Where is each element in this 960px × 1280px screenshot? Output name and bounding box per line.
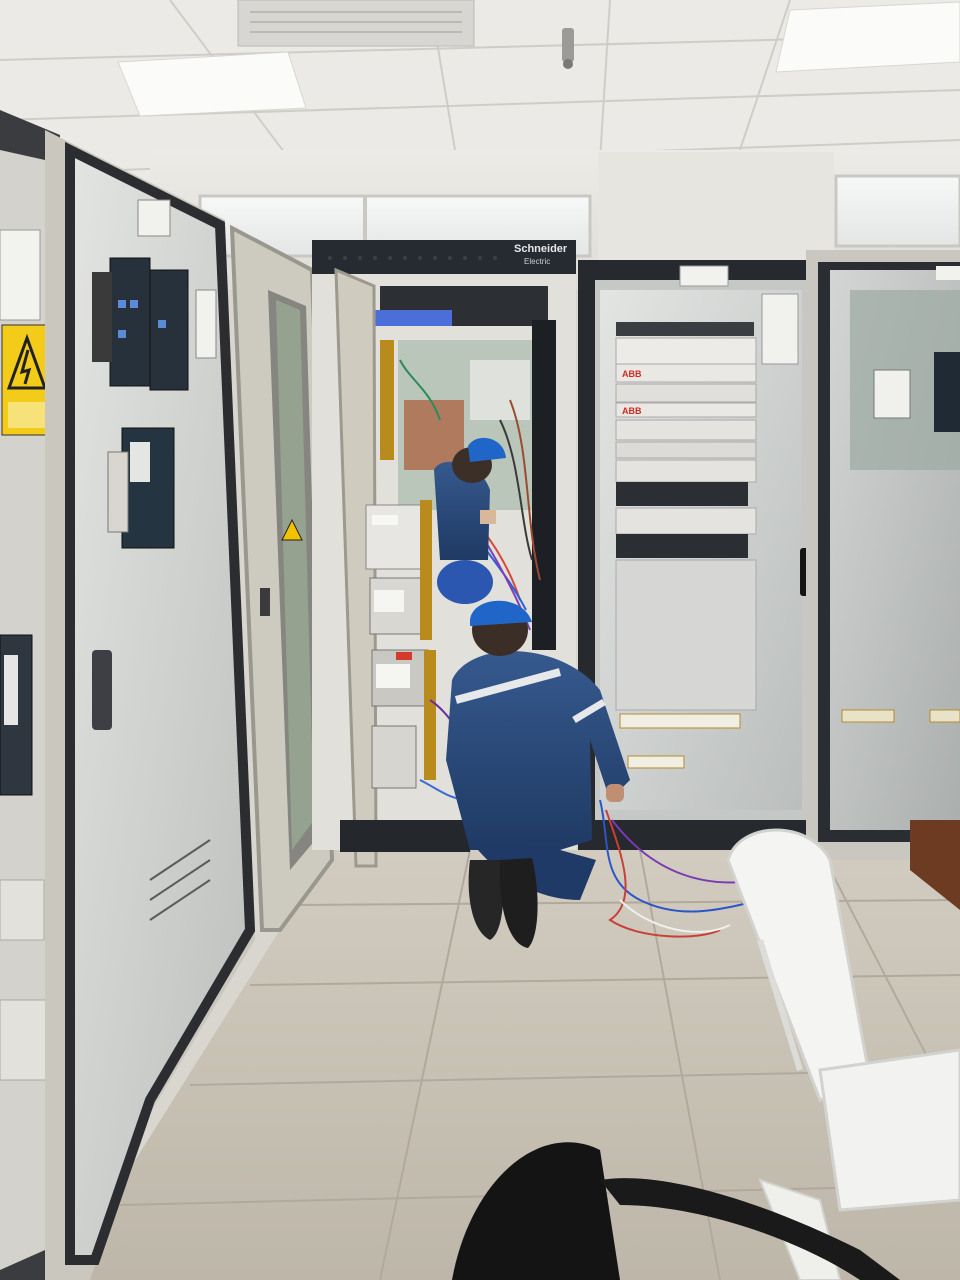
brand-label: Schneider	[514, 243, 568, 255]
ceiling-light-icon	[117, 51, 307, 117]
relay-module	[369, 577, 427, 635]
relay-cabinet-right	[806, 250, 960, 860]
abb-logo: ABB	[622, 406, 642, 416]
rack-unit	[615, 337, 757, 365]
relay-module	[371, 725, 417, 789]
rack-unit-abb: ABB	[615, 363, 757, 383]
substation-control-room: Schneider Electric ABB ABB	[0, 0, 960, 1280]
smoke-detector-icon	[562, 28, 574, 69]
photo-scene: Schneider Electric ABB ABB	[0, 0, 960, 1280]
rack-unit	[616, 482, 748, 506]
rack-unit-abb: ABB	[615, 402, 757, 418]
relay-module	[365, 504, 425, 570]
rack-unit	[616, 534, 748, 558]
brand-sub-label: Electric	[524, 257, 550, 266]
relay-module	[371, 649, 429, 707]
abb-logo: ABB	[622, 369, 642, 379]
rack-unit	[616, 322, 754, 336]
warning-triangle-icon	[1, 324, 53, 436]
ceiling-light-icon	[775, 1, 960, 73]
